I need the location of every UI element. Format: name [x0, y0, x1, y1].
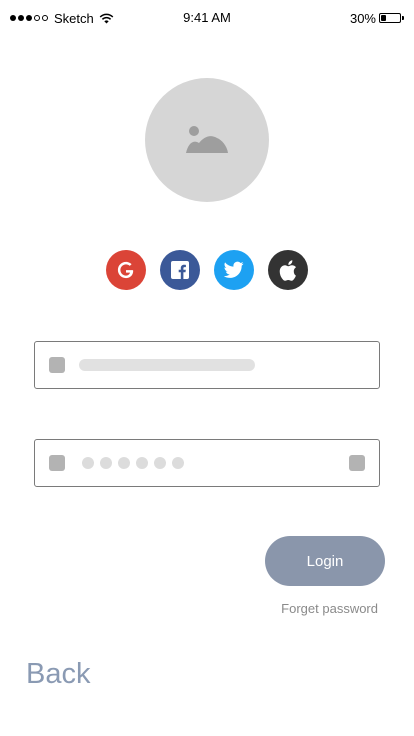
password-mask-dot [154, 457, 166, 469]
signal-dot [10, 15, 16, 21]
password-mask-dot [82, 457, 94, 469]
google-icon [117, 261, 134, 279]
facebook-icon [171, 261, 189, 279]
back-button[interactable]: Back [26, 658, 90, 691]
username-placeholder-bar [79, 359, 255, 371]
user-field-icon [49, 357, 65, 373]
battery-tip [402, 16, 404, 20]
status-bar: Sketch 9:41 AM 30% [0, 0, 414, 36]
profile-avatar[interactable] [145, 78, 269, 202]
wifi-icon [99, 13, 114, 23]
password-mask-dot [136, 457, 148, 469]
status-right: 30% [350, 10, 404, 26]
image-placeholder-icon [186, 126, 228, 153]
show-password-icon[interactable] [349, 455, 365, 471]
username-field[interactable] [34, 341, 380, 389]
forgot-password-link[interactable]: Forget password [281, 601, 378, 616]
password-field[interactable] [34, 439, 380, 487]
carrier-name: Sketch [54, 10, 94, 26]
twitter-icon [224, 261, 244, 278]
password-mask-dot [172, 457, 184, 469]
signal-strength-icon [10, 15, 48, 21]
twitter-login-button[interactable] [214, 250, 254, 290]
password-field-icon [49, 455, 65, 471]
facebook-login-button[interactable] [160, 250, 200, 290]
status-left: Sketch [10, 10, 114, 26]
apple-login-button[interactable] [268, 250, 308, 290]
password-mask [82, 457, 184, 469]
signal-dot [18, 15, 24, 21]
signal-dot [26, 15, 32, 21]
battery-icon [379, 13, 401, 23]
google-login-button[interactable] [106, 250, 146, 290]
apple-icon [279, 259, 297, 281]
social-login-row [106, 250, 308, 290]
password-mask-dot [100, 457, 112, 469]
battery-percent: 30% [349, 10, 376, 26]
login-button[interactable]: Login [265, 536, 385, 586]
signal-dot [34, 15, 40, 21]
battery-fill [381, 15, 386, 21]
signal-dot [42, 15, 48, 21]
password-mask-dot [118, 457, 130, 469]
